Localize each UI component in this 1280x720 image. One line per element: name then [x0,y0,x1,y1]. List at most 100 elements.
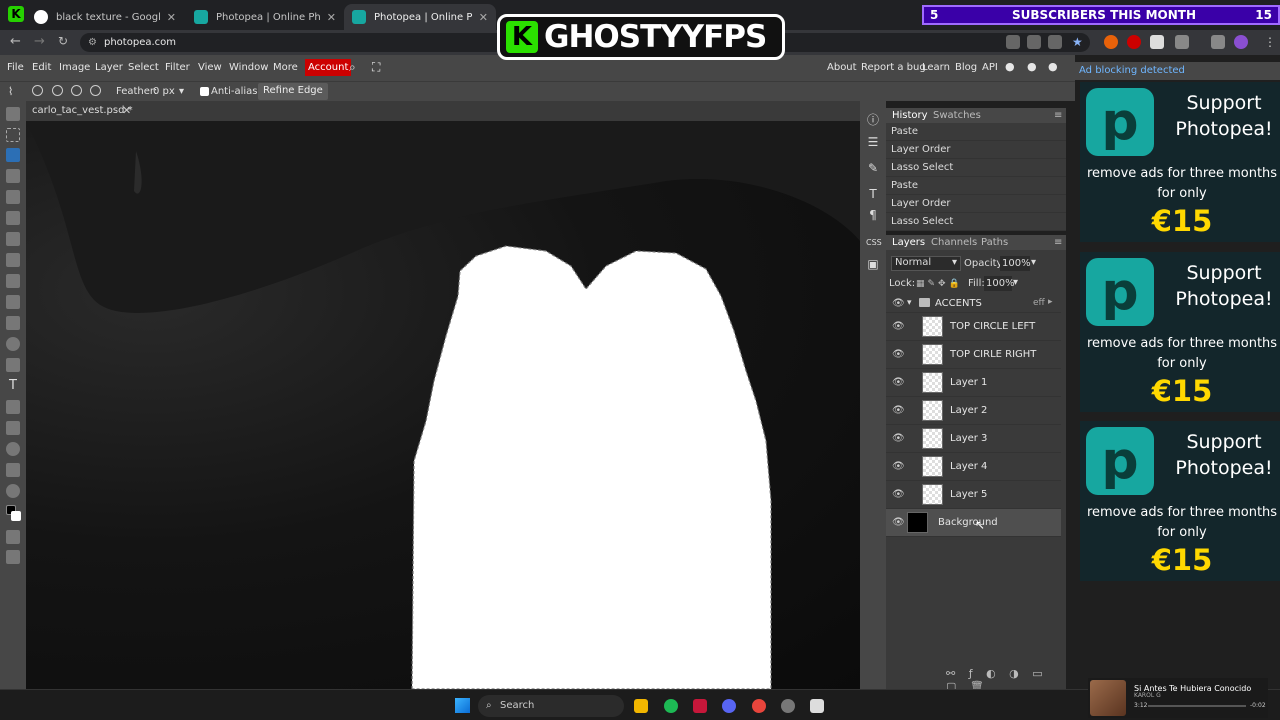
white-selection-shape[interactable] [411,245,772,689]
menu-edit[interactable]: Edit [32,62,51,73]
menu-layer[interactable]: Layer [95,62,123,73]
link-api[interactable]: API [982,62,998,73]
chevron-right-icon[interactable]: ▸ [1048,297,1053,307]
profile-avatar[interactable] [1234,35,1248,49]
selection-new-icon[interactable] [32,85,43,96]
chevron-down-icon[interactable]: ▾ [1013,277,1018,288]
layer-row[interactable]: 👁 Layer 5 [886,481,1061,509]
media-player-widget[interactable]: Si Antes Te Hubiera Conocido KAROL G 3:1… [1088,678,1268,718]
fullscreen-icon[interactable]: ⛶ [372,60,380,75]
adjustments-icon[interactable]: ☰ [866,135,880,149]
extension-diamond-icon[interactable] [1150,35,1164,49]
pen-tool-icon[interactable] [6,400,20,414]
fx-label[interactable]: eff [1033,298,1045,308]
image-panel-icon[interactable]: ▣ [866,257,880,271]
close-icon[interactable]: ✕ [479,11,488,24]
blur-tool-icon[interactable] [6,337,20,351]
adobe-icon[interactable] [693,699,707,713]
account-button[interactable]: Account [305,59,352,76]
tab-swatches[interactable]: Swatches [933,110,981,121]
layer-row[interactable]: 👁 Layer 3 [886,425,1061,453]
type-tool-icon[interactable]: T [6,379,20,393]
obs-icon[interactable] [781,699,795,713]
menu-image[interactable]: Image [59,62,90,73]
discord-icon[interactable] [722,699,736,713]
lasso-tool-icon[interactable] [6,148,20,162]
tab-google-search[interactable]: black texture - Google Search ✕ [26,4,184,30]
eye-icon[interactable]: 👁 [892,377,905,388]
canvas[interactable] [26,121,860,689]
search-icon[interactable]: ⌕ [349,60,356,75]
layer-row[interactable]: 👁 Layer 2 [886,397,1061,425]
file-explorer-icon[interactable] [634,699,648,713]
brush-tool-icon[interactable] [6,253,20,267]
tab-layers[interactable]: Layers [892,237,925,248]
reddit-icon[interactable]: ● [1005,60,1015,73]
menu-select[interactable]: Select [128,62,159,73]
eye-icon[interactable]: 👁 [892,349,905,360]
link-learn[interactable]: Learn [922,62,950,73]
ad-block-notice[interactable]: Ad blocking detected [1079,65,1185,76]
menu-window[interactable]: Window [229,62,268,73]
move-tool-icon[interactable] [6,107,20,121]
selection-add-icon[interactable] [52,85,63,96]
fill-input[interactable]: 100% [984,276,1015,291]
antialias-checkbox[interactable] [200,87,209,96]
background-color-swatch[interactable] [11,511,21,521]
menu-filter[interactable]: Filter [165,62,190,73]
eye-icon[interactable]: 👁 [892,517,905,528]
panel-menu-icon[interactable]: ≡ [1054,237,1062,248]
history-item[interactable]: Lasso Select [886,159,1066,177]
eye-icon[interactable]: 👁 [892,489,905,500]
info-icon[interactable]: ⓘ [866,113,880,127]
back-icon[interactable]: ← [10,34,21,49]
app-icon[interactable] [810,699,824,713]
bookmark-star-icon[interactable]: ★ [1072,35,1083,49]
ad-card[interactable]: p Support Photopea! remove ads for three… [1080,82,1280,242]
eye-icon[interactable]: 👁 [892,298,905,309]
layer-row[interactable]: 👁 Layer 4 [886,453,1061,481]
css-icon[interactable]: CSS [866,236,882,250]
character-icon[interactable]: T [866,187,880,201]
eraser-tool-icon[interactable] [6,295,20,309]
tab-channels[interactable]: Channels [931,237,977,248]
history-item[interactable]: Paste [886,177,1066,195]
link-about[interactable]: About [827,62,857,73]
layer-row[interactable]: 👁 TOP CIRCLE LEFT [886,313,1061,341]
selection-intersect-icon[interactable] [90,85,101,96]
crop-tool-icon[interactable] [6,190,20,204]
screenshot-icon[interactable] [1027,35,1041,49]
shape-tool-icon[interactable] [6,442,20,456]
zoom-tool-icon[interactable] [6,484,20,498]
history-item[interactable]: Lasso Select [886,213,1066,231]
menu-view[interactable]: View [198,62,222,73]
download-icon[interactable] [1211,35,1225,49]
history-item[interactable]: Layer Order [886,195,1066,213]
hand-tool-icon[interactable] [6,463,20,477]
extension-record-icon[interactable] [1127,35,1141,49]
site-info-icon[interactable]: ⚙ [88,33,97,52]
layer-row-background[interactable]: 👁 Background ↖ [886,509,1061,537]
lock-icons[interactable]: ▦✎✥🔒 [916,279,963,289]
history-item[interactable]: Paste [886,123,1066,141]
reload-icon[interactable]: ↻ [58,34,68,48]
path-select-icon[interactable] [6,421,20,435]
menu-file[interactable]: File [7,62,24,73]
extension-brave-icon[interactable] [1104,35,1118,49]
eye-icon[interactable]: 👁 [892,461,905,472]
taskbar-search[interactable]: ⌕ Search [478,695,624,717]
windows-start-icon[interactable] [455,698,470,713]
close-icon[interactable]: ✕ [327,11,336,24]
dodge-tool-icon[interactable] [6,358,20,372]
lasso-tool-icon[interactable]: ⌇ [8,85,13,98]
clone-stamp-icon[interactable] [6,274,20,288]
layer-row[interactable]: 👁 TOP CIRLE RIGHT [886,341,1061,369]
tab-photopea-1[interactable]: Photopea | Online Photo Editor ✕ [186,4,344,30]
screen-mode-icon[interactable] [6,550,20,564]
close-icon[interactable]: ✕ [167,11,176,24]
chevron-down-icon[interactable]: ▾ [907,298,912,308]
paragraph-icon[interactable]: ¶ [866,208,880,222]
song-progress-bar[interactable] [1148,705,1246,707]
chevron-down-icon[interactable]: ▾ [1031,257,1036,268]
quick-mask-icon[interactable] [6,530,20,544]
